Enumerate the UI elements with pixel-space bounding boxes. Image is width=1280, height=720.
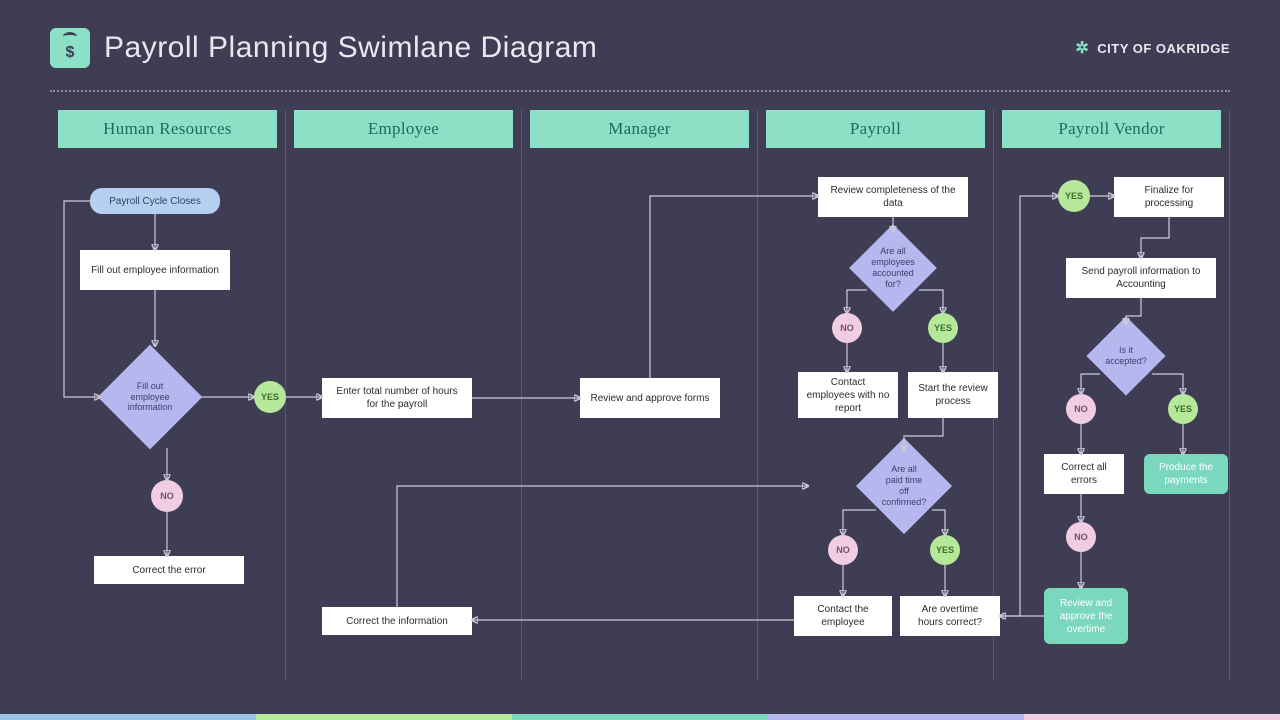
lane-header-vendor: Payroll Vendor <box>1002 110 1221 148</box>
footer-colorbar <box>0 714 1280 720</box>
node-ven-no-lower: NO <box>1066 522 1096 552</box>
node-pay-overtime: Are overtime hours correct? <box>900 596 1000 636</box>
node-ven-q-yes: YES <box>1168 394 1198 424</box>
node-hr-fillinfo: Fill out employee information <box>80 250 230 290</box>
node-ven-reviewot: Review and approve the overtime <box>1044 588 1128 644</box>
node-ven-yes-top: YES <box>1058 180 1090 212</box>
node-pay-contact2: Contact the employee <box>794 596 892 636</box>
node-emp-hours: Enter total number of hours for the payr… <box>322 378 472 418</box>
org-name: CITY OF OAKRIDGE <box>1097 41 1230 56</box>
node-ven-finalize: Finalize for processing <box>1114 177 1224 217</box>
lane-header-hr: Human Resources <box>58 110 277 148</box>
money-bag-icon <box>50 28 90 68</box>
node-pay-startreview: Start the review process <box>908 372 998 418</box>
swimlanes: Human Resources Employee Manager Payroll… <box>50 110 1230 680</box>
leaf-icon: ✲ <box>1075 38 1089 58</box>
node-hr-yes: YES <box>254 381 286 413</box>
page-title: Payroll Planning Swimlane Diagram <box>104 31 597 65</box>
node-hr-no: NO <box>151 480 183 512</box>
node-pay-contact1: Contact employees with no report <box>798 372 898 418</box>
node-ven-q-no: NO <box>1066 394 1096 424</box>
divider <box>50 90 1230 92</box>
node-emp-correctinfo: Correct the information <box>322 607 472 635</box>
node-ven-send: Send payroll information to Accounting <box>1066 258 1216 298</box>
node-pay-q2-no: NO <box>828 535 858 565</box>
lane-header-employee: Employee <box>294 110 513 148</box>
node-pay-q1-no: NO <box>832 313 862 343</box>
node-ven-produce: Produce the payments <box>1144 454 1228 494</box>
node-mgr-review: Review and approve forms <box>580 378 720 418</box>
node-pay-reviewdata: Review completeness of the data <box>818 177 968 217</box>
node-ven-correct: Correct all errors <box>1044 454 1124 494</box>
lane-header-manager: Manager <box>530 110 749 148</box>
org-badge: ✲ CITY OF OAKRIDGE <box>1075 38 1230 58</box>
node-pay-q1-yes: YES <box>928 313 958 343</box>
node-hr-start: Payroll Cycle Closes <box>90 188 220 214</box>
node-pay-q2-yes: YES <box>930 535 960 565</box>
lane-header-payroll: Payroll <box>766 110 985 148</box>
node-hr-correct: Correct the error <box>94 556 244 584</box>
